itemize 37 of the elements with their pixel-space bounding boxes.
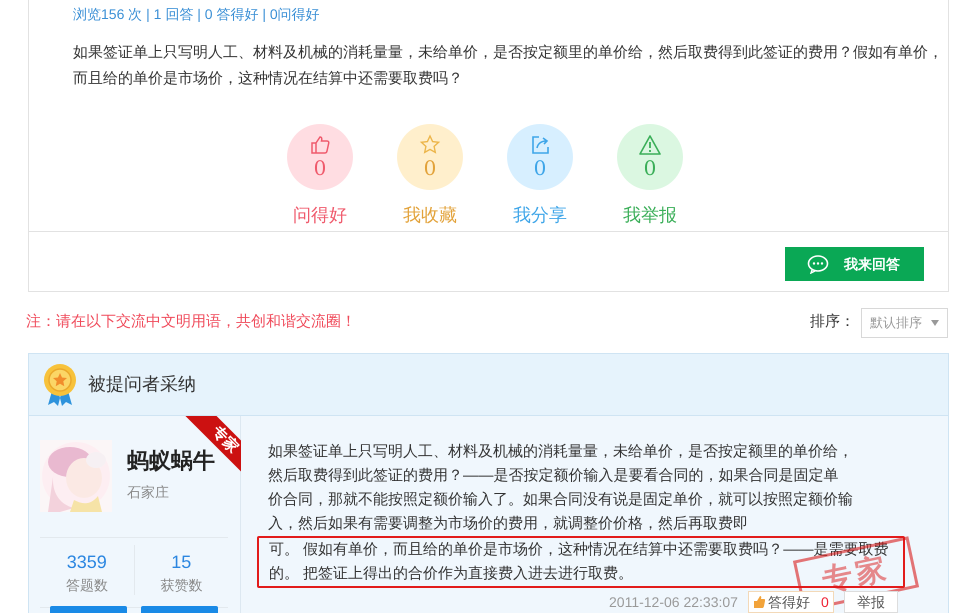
warning-icon xyxy=(639,134,661,156)
answer-text: 如果签证单上只写明人工、材料及机械的消耗量量，未给单价，是否按定额里的单价给，然后取费得到此签证的费用？——是否按定额价输入是要看合同的，如果合同是固定单价合同，那就不能按照定额价输入了。如果合同没有说是固定单价，就可以按照定额价输入，然后如果有需要调整为市场价的费用，就调整价价格，然后再取费即 xyxy=(268,442,853,534)
favorite-circle-button[interactable]: 0 xyxy=(397,124,463,190)
report-circle-button[interactable]: 0 xyxy=(617,124,683,190)
report-button[interactable]: 举报 xyxy=(844,591,898,613)
answer-date: 2011-12-06 22:33:07 xyxy=(609,592,738,612)
action-count: 0 xyxy=(644,156,656,180)
stat-label: 获赞数 xyxy=(160,576,202,595)
share-circle-button[interactable]: 0 xyxy=(507,124,573,190)
question-text: 如果签证单上只写明人工、材料及机械的消耗量量，未给单价，是否按定额里的单价给，然后取费得到此签证的费用？假如有单价，而且给的单价是市场价，这种情况在结算中还需要取费吗？ xyxy=(73,43,943,89)
like-count: 0 xyxy=(820,592,829,612)
thumbs-up-icon xyxy=(752,595,765,609)
sort-label: 排序： xyxy=(810,312,855,332)
user-location: 石家庄 xyxy=(127,483,169,502)
stat-label: 答题数 xyxy=(66,576,108,595)
action-count: 0 xyxy=(314,156,326,180)
chat-bubble-icon xyxy=(807,254,829,274)
stat-value: 15 xyxy=(171,551,192,573)
sort-select[interactable]: 默认排序 xyxy=(861,308,948,338)
panel-title: 被提问者采纳 xyxy=(88,373,196,396)
notice-text: 注：请在以下交流中文明用语，共创和谐交流圈！ xyxy=(26,312,356,332)
thumbs-up-icon xyxy=(309,134,331,156)
dropdown-caret-icon xyxy=(931,320,939,326)
like-circle-button[interactable]: 0 xyxy=(287,124,353,190)
action-count: 0 xyxy=(534,156,546,180)
answer-button[interactable]: 我来回答 xyxy=(785,247,924,281)
stat-value: 3359 xyxy=(66,551,107,573)
action-count: 0 xyxy=(424,156,436,180)
action-label[interactable]: 我举报 xyxy=(623,202,677,229)
question-stats: 浏览156 次 | 1 回答 | 0 答得好 | 0问得好 xyxy=(73,5,320,24)
share-icon xyxy=(529,134,551,156)
action-label[interactable]: 我收藏 xyxy=(403,202,457,229)
medal-icon xyxy=(42,362,78,406)
action-label[interactable]: 问得好 xyxy=(293,202,347,229)
action-label[interactable]: 我分享 xyxy=(513,202,567,229)
star-icon xyxy=(419,134,441,156)
good-answer-button[interactable]: 答得好 0 xyxy=(748,591,834,613)
